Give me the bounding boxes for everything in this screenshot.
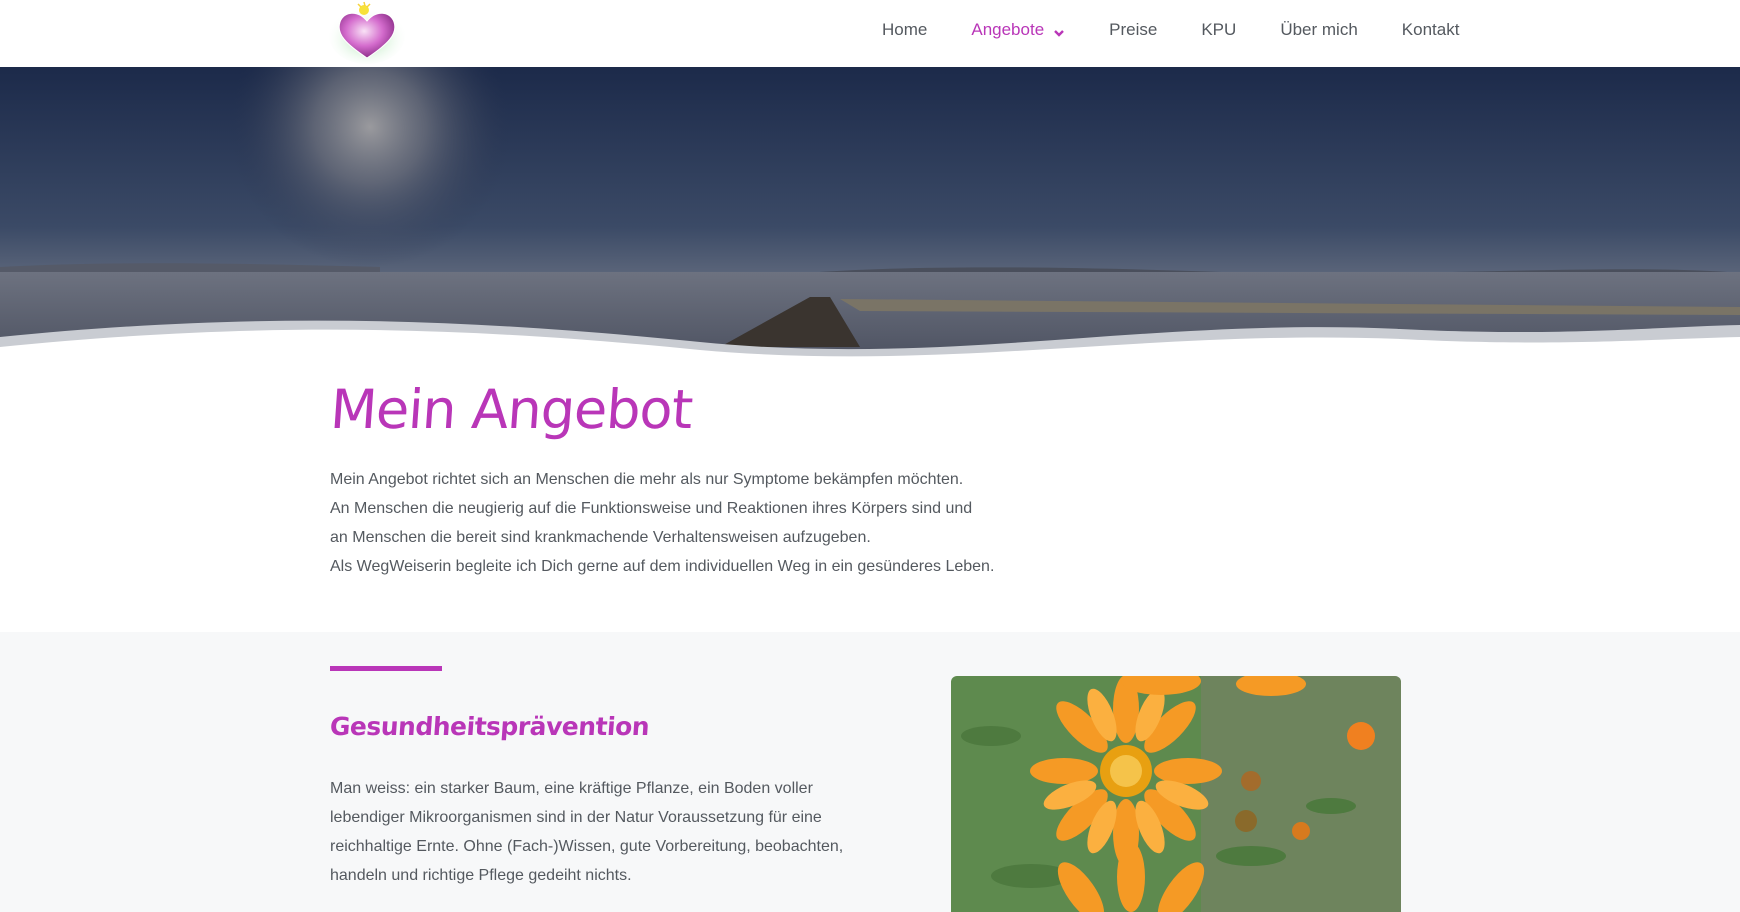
section-line: lebendiger Mikroorganismen sind in der N… bbox=[330, 809, 822, 826]
intro-line: an Menschen die bereit sind krankmachend… bbox=[330, 529, 871, 546]
nav-label: Kontakt bbox=[1401, 20, 1460, 39]
site-header: Home Angebote Preise KPU Über mich Konta… bbox=[0, 0, 1740, 67]
marigold-photo bbox=[951, 676, 1401, 912]
intro-line: Als WegWeiserin begleite ich Dich gerne … bbox=[330, 558, 995, 575]
section-title: Gesundheitsprävention bbox=[328, 712, 651, 741]
chevron-down-icon bbox=[1053, 24, 1065, 37]
accent-divider bbox=[330, 666, 442, 671]
nav-home[interactable]: Home bbox=[860, 20, 949, 40]
section-line: reichhaltige Ernte. Ohne (Fach-)Wissen, … bbox=[330, 838, 844, 855]
nav-label: Preise bbox=[1109, 20, 1158, 39]
section-line: handeln und richtige Pflege gedeiht nich… bbox=[330, 867, 632, 884]
section-line: Man weiss: ein starker Baum, eine kräfti… bbox=[330, 780, 813, 797]
main-nav: Home Angebote Preise KPU Über mich Konta… bbox=[860, 0, 1481, 60]
nav-ueber-mich[interactable]: Über mich bbox=[1258, 20, 1379, 40]
intro-line: Mein Angebot richtet sich an Menschen di… bbox=[330, 471, 964, 488]
prevention-section bbox=[0, 632, 1740, 912]
nav-preise[interactable]: Preise bbox=[1087, 20, 1179, 40]
nav-label: Über mich bbox=[1280, 20, 1358, 39]
intro-line: An Menschen die neugierig auf die Funkti… bbox=[330, 500, 973, 517]
nav-kpu[interactable]: KPU bbox=[1179, 20, 1258, 40]
page-title: Mein Angebot bbox=[328, 378, 695, 441]
hero-lake-image bbox=[0, 67, 1740, 357]
nav-label: Home bbox=[882, 20, 928, 39]
nav-label: Angebote bbox=[971, 20, 1045, 39]
intro-text: Mein Angebot richtet sich an Menschen di… bbox=[330, 465, 1230, 581]
nav-angebote[interactable]: Angebote bbox=[949, 20, 1087, 40]
intro-section: Mein Angebot Mein Angebot richtet sich a… bbox=[328, 370, 1230, 581]
heart-logo-icon[interactable] bbox=[326, 0, 408, 64]
nav-kontakt[interactable]: Kontakt bbox=[1380, 20, 1482, 40]
section-text: Man weiss: ein starker Baum, eine kräfti… bbox=[330, 774, 870, 890]
nav-label: KPU bbox=[1201, 20, 1237, 39]
